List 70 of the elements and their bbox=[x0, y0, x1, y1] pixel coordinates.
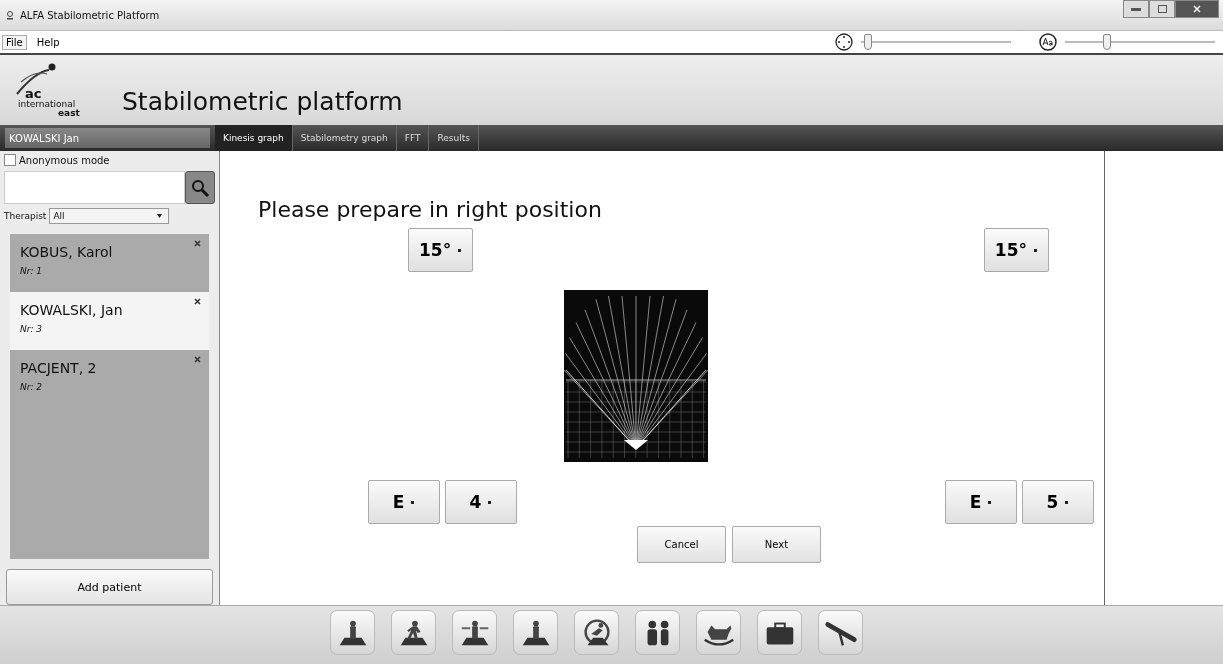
logo-text: international bbox=[17, 100, 76, 109]
menu-item[interactable]: Help bbox=[32, 34, 64, 50]
zoom-slider[interactable] bbox=[861, 34, 1011, 50]
app-title: Stabilometric platform bbox=[122, 85, 403, 116]
position-dropdown[interactable]: 4 bbox=[445, 480, 517, 524]
caret-icon bbox=[987, 499, 993, 505]
patient-item[interactable]: KOBUS, Karol Nr: 1 bbox=[10, 234, 209, 293]
search-icon bbox=[190, 177, 210, 198]
patient-item[interactable]: PACJENT, 2 Nr: 2 bbox=[10, 350, 209, 409]
toolbar-button[interactable] bbox=[574, 610, 619, 655]
window-title: ALFA Stabilometric Platform bbox=[20, 9, 160, 21]
caret-icon bbox=[1033, 247, 1038, 253]
add-patient-button[interactable]: Add patient bbox=[6, 569, 213, 605]
patient-name: KOBUS, Karol bbox=[20, 244, 114, 261]
close-icon bbox=[1193, 5, 1201, 13]
slider-thumb[interactable] bbox=[1103, 34, 1112, 50]
toolbar-button[interactable] bbox=[818, 610, 863, 655]
toolbar-button[interactable] bbox=[696, 610, 741, 655]
therapist-label: Therapist bbox=[4, 211, 47, 222]
logo-text: ac bbox=[25, 88, 42, 100]
maximize-icon bbox=[1157, 5, 1167, 13]
patient-number: Nr: 1 bbox=[20, 266, 44, 277]
minimize-icon bbox=[1131, 7, 1141, 11]
maximize-button[interactable] bbox=[1149, 0, 1175, 18]
logo-text: east bbox=[57, 109, 80, 118]
dropdown-arrow-icon bbox=[157, 214, 163, 219]
position-dropdown[interactable]: E bbox=[945, 480, 1017, 524]
therapist-dropdown[interactable]: All bbox=[49, 208, 170, 225]
dialog-button[interactable]: Next bbox=[732, 526, 821, 563]
app-icon bbox=[6, 10, 14, 20]
angle-dropdown[interactable]: 15° bbox=[983, 228, 1049, 272]
checkbox[interactable] bbox=[4, 154, 16, 166]
close-button[interactable] bbox=[1175, 0, 1219, 18]
toolbar-button[interactable] bbox=[757, 610, 802, 655]
menu-item[interactable]: File bbox=[2, 34, 27, 50]
toolbar-button[interactable] bbox=[635, 610, 680, 655]
toolbar-button[interactable] bbox=[391, 610, 436, 655]
angle-dropdown[interactable]: 15° bbox=[408, 228, 474, 272]
patient-number: Nr: 3 bbox=[20, 324, 44, 335]
position-dropdown[interactable]: E bbox=[368, 480, 440, 524]
patient-item[interactable]: KOWALSKI, Jan Nr: 3 bbox=[10, 292, 209, 351]
text-size-icon bbox=[1039, 33, 1057, 51]
close-icon[interactable] bbox=[194, 356, 201, 364]
instruction-text: Please prepare in right position bbox=[258, 197, 603, 222]
toolbar-button[interactable] bbox=[330, 610, 375, 655]
toolbar-button[interactable] bbox=[452, 610, 497, 655]
close-icon[interactable] bbox=[194, 298, 201, 306]
caret-icon bbox=[457, 247, 463, 253]
caret-icon bbox=[1064, 499, 1070, 505]
position-dropdown[interactable]: 5 bbox=[1022, 480, 1094, 524]
close-icon[interactable] bbox=[194, 240, 201, 248]
tab[interactable]: Results bbox=[429, 125, 479, 151]
toolbar-button[interactable] bbox=[513, 610, 558, 655]
caret-icon bbox=[487, 499, 493, 505]
caret-icon bbox=[410, 499, 416, 505]
tab[interactable]: FFT bbox=[396, 125, 430, 151]
current-patient: KOWALSKI Jan bbox=[5, 128, 210, 148]
patient-name: KOWALSKI, Jan bbox=[20, 302, 124, 319]
slider-thumb[interactable] bbox=[863, 34, 872, 50]
fullscreen-icon bbox=[835, 33, 853, 51]
logo-swoosh-icon bbox=[15, 62, 57, 96]
tab[interactable]: Kinesis graph bbox=[215, 125, 293, 151]
tab[interactable]: Stabilometry graph bbox=[292, 125, 397, 151]
patient-number: Nr: 2 bbox=[20, 382, 44, 393]
search-button[interactable] bbox=[185, 171, 215, 205]
search-field[interactable] bbox=[4, 171, 185, 205]
minimize-button[interactable] bbox=[1123, 0, 1149, 18]
patient-name: PACJENT, 2 bbox=[20, 360, 98, 377]
checkbox-label: Anonymous mode bbox=[19, 154, 110, 166]
dialog-button[interactable]: Cancel bbox=[637, 526, 726, 563]
